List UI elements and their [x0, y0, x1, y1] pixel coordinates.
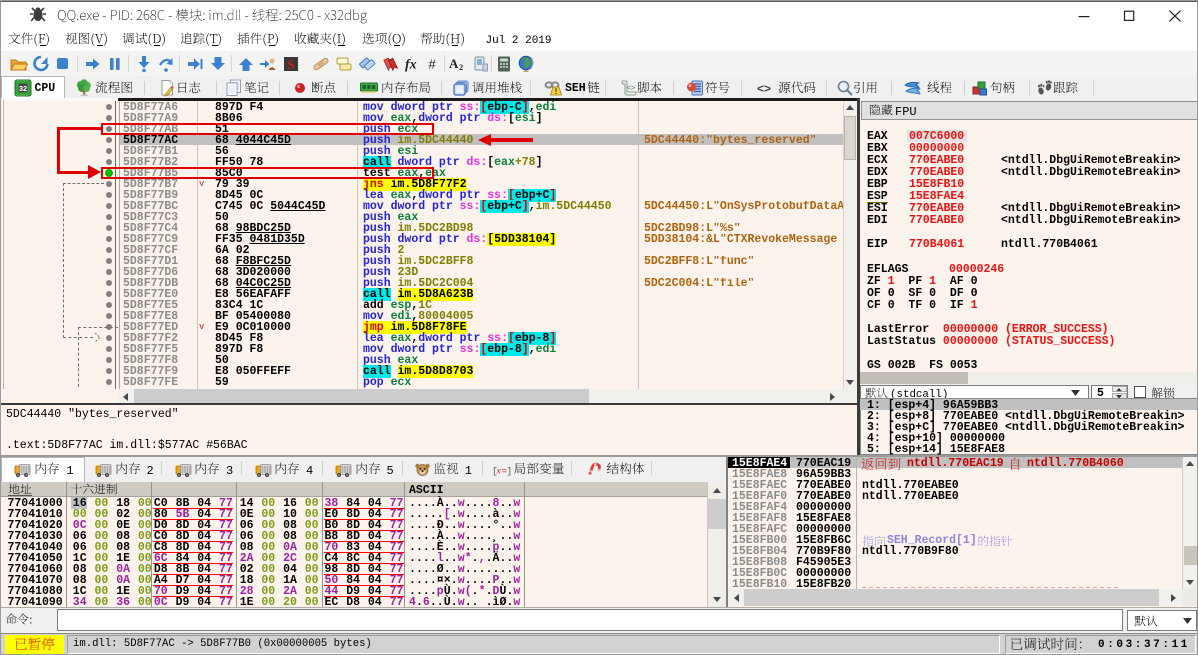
svg-text:S: S — [287, 57, 294, 72]
svg-text:A: A — [449, 56, 459, 71]
svg-text:2: 2 — [459, 62, 463, 72]
svg-text:#: # — [429, 57, 437, 72]
svg-text:!: ! — [555, 87, 558, 96]
svg-text:<>: <> — [627, 85, 635, 93]
svg-text:<>: <> — [757, 82, 771, 96]
svg-text:fx: fx — [405, 58, 417, 73]
svg-text:32: 32 — [19, 84, 27, 93]
svg-text:]: ] — [507, 466, 513, 477]
